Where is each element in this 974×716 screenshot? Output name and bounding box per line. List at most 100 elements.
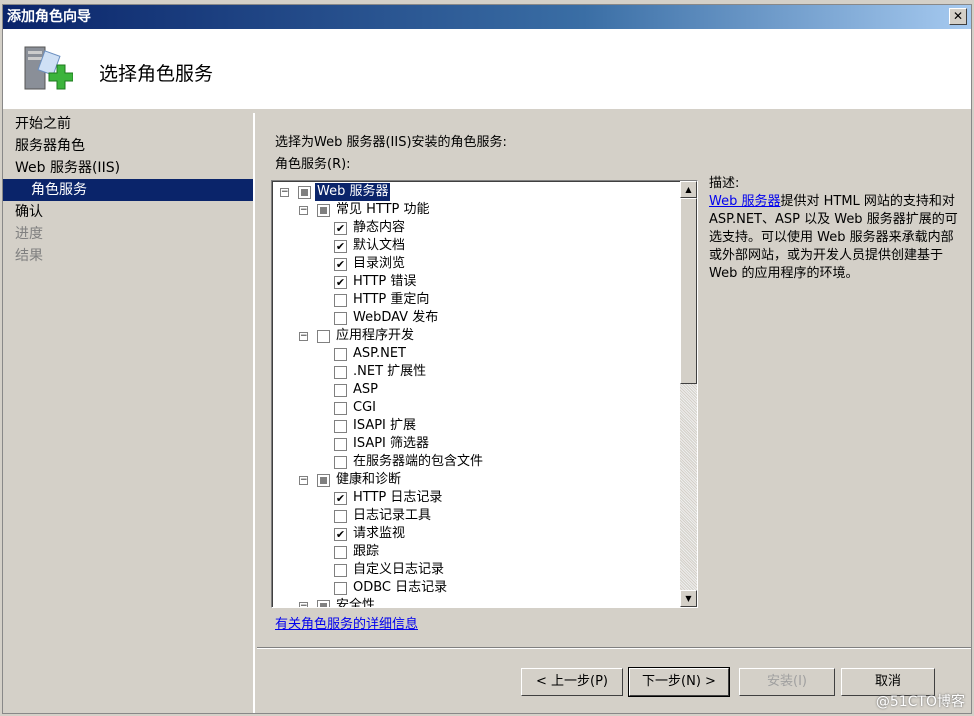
- tree-item[interactable]: CGI: [272, 399, 680, 417]
- tree-item-label: 自定义日志记录: [353, 562, 445, 577]
- checkbox[interactable]: [317, 204, 330, 217]
- scroll-thumb[interactable]: [680, 198, 697, 384]
- tree-item-label: Web 服务器: [315, 183, 391, 201]
- wizard-header: 选择角色服务: [3, 29, 971, 111]
- checkbox[interactable]: [334, 294, 347, 307]
- checkbox[interactable]: [317, 474, 330, 487]
- tree-item[interactable]: 在服务器端的包含文件: [272, 453, 680, 471]
- tree-item-label: 默认文档: [353, 238, 406, 253]
- checkbox[interactable]: [317, 330, 330, 343]
- checkbox[interactable]: [334, 420, 347, 433]
- tree-item[interactable]: 跟踪: [272, 543, 680, 561]
- checkbox[interactable]: ✔: [334, 276, 347, 289]
- prev-button[interactable]: < 上一步(P): [521, 668, 623, 696]
- tree-item-label: ODBC 日志记录: [353, 580, 448, 595]
- tree-item[interactable]: ✔ HTTP 错误: [272, 273, 680, 291]
- tree-item[interactable]: − 健康和诊断: [272, 471, 680, 489]
- tree-item[interactable]: .NET 扩展性: [272, 363, 680, 381]
- vertical-scrollbar[interactable]: ▲ ▼: [680, 181, 697, 607]
- server-add-icon: [24, 46, 73, 90]
- tree-item-label: ISAPI 筛选器: [353, 436, 430, 451]
- tree-item-label: 安全性: [336, 598, 376, 608]
- checkbox[interactable]: [334, 546, 347, 559]
- tree-item[interactable]: 自定义日志记录: [272, 561, 680, 579]
- tree-item[interactable]: ISAPI 扩展: [272, 417, 680, 435]
- tree-item[interactable]: ✔ 静态内容: [272, 219, 680, 237]
- wizard-nav: 开始之前 服务器角色 Web 服务器(IIS) 角色服务 确认 进度 结果: [3, 113, 255, 713]
- window-title: 添加角色向导: [7, 9, 91, 25]
- nav-item[interactable]: 进度: [3, 223, 253, 245]
- tree-item-label: 在服务器端的包含文件: [353, 454, 484, 469]
- nav-item[interactable]: 服务器角色: [3, 135, 253, 157]
- tree-item[interactable]: ✔ 默认文档: [272, 237, 680, 255]
- tree-item-label: ISAPI 扩展: [353, 418, 417, 433]
- more-info-link[interactable]: 有关角色服务的详细信息: [275, 613, 418, 632]
- tree-item-label: 跟踪: [353, 544, 380, 559]
- tree-item[interactable]: 日志记录工具: [272, 507, 680, 525]
- collapse-icon[interactable]: −: [299, 206, 308, 215]
- collapse-icon[interactable]: −: [280, 188, 289, 197]
- checkbox[interactable]: [317, 600, 330, 607]
- tree-item-label: 健康和诊断: [336, 472, 402, 487]
- checkbox[interactable]: [334, 510, 347, 523]
- page-title: 选择角色服务: [99, 63, 214, 85]
- checkbox[interactable]: [334, 366, 347, 379]
- tree-item[interactable]: ✔ 请求监视: [272, 525, 680, 543]
- collapse-icon[interactable]: −: [299, 602, 308, 607]
- tree-item[interactable]: − 应用程序开发: [272, 327, 680, 345]
- tree-item[interactable]: ISAPI 筛选器: [272, 435, 680, 453]
- nav-item[interactable]: 开始之前: [3, 113, 253, 135]
- scroll-up-button[interactable]: ▲: [680, 181, 697, 198]
- checkbox[interactable]: [334, 402, 347, 415]
- checkbox[interactable]: [334, 582, 347, 595]
- tree-item[interactable]: ASP.NET: [272, 345, 680, 363]
- role-services-tree[interactable]: − 安全性 ODBC 日志记录 自定义日志记录 跟踪 ✔ 请求监视 日志记录工具 ✔ HTTP 日…: [271, 180, 698, 608]
- description-panel: 描述: Web 服务器提供对 HTML 网站的支持和对 ASP.NET、ASP …: [709, 175, 959, 283]
- checkbox[interactable]: [334, 564, 347, 577]
- checkbox[interactable]: [334, 384, 347, 397]
- add-roles-wizard-window: 添加角色向导 ✕ 选择角色服务 开始之前 服务器角色 Web 服务器(IIS) 角色服…: [2, 4, 972, 714]
- tree-item-label: 静态内容: [353, 220, 406, 235]
- tree-item[interactable]: WebDAV 发布: [272, 309, 680, 327]
- checkbox[interactable]: [334, 348, 347, 361]
- checkbox[interactable]: [298, 186, 311, 199]
- tree-item[interactable]: ODBC 日志记录: [272, 579, 680, 597]
- web-server-link[interactable]: Web 服务器: [709, 194, 780, 209]
- main-panel: 选择为Web 服务器(IIS)安装的角色服务: 角色服务(R): − 安全性 ODB…: [257, 113, 971, 713]
- tree-item-label: .NET 扩展性: [353, 364, 427, 379]
- checkbox[interactable]: ✔: [334, 240, 347, 253]
- tree-item-label: 应用程序开发: [336, 328, 415, 343]
- checkbox[interactable]: [334, 312, 347, 325]
- description-label: 描述:: [709, 176, 740, 191]
- nav-item[interactable]: 角色服务: [3, 179, 253, 201]
- checkbox[interactable]: ✔: [334, 528, 347, 541]
- watermark: @51CTO博客: [875, 694, 965, 710]
- tree-item-label: 请求监视: [353, 526, 406, 541]
- next-button[interactable]: 下一步(N) >: [628, 667, 730, 697]
- tree-item-label: CGI: [353, 400, 376, 415]
- collapse-icon[interactable]: −: [299, 476, 308, 485]
- collapse-icon[interactable]: −: [299, 332, 308, 341]
- tree-item[interactable]: ✔ 目录浏览: [272, 255, 680, 273]
- checkbox[interactable]: ✔: [334, 222, 347, 235]
- scroll-down-button[interactable]: ▼: [680, 590, 697, 607]
- tree-item[interactable]: − 常见 HTTP 功能: [272, 201, 680, 219]
- checkbox[interactable]: ✔: [334, 492, 347, 505]
- nav-item[interactable]: 确认: [3, 201, 253, 223]
- checkbox[interactable]: [334, 456, 347, 469]
- tree-item-label: ASP.NET: [353, 346, 406, 361]
- checkbox[interactable]: ✔: [334, 258, 347, 271]
- tree-item-label: HTTP 日志记录: [353, 490, 443, 505]
- tree-item[interactable]: − Web 服务器: [272, 183, 680, 201]
- title-bar: 添加角色向导 ✕: [3, 5, 971, 29]
- tree-item[interactable]: ASP: [272, 381, 680, 399]
- close-button[interactable]: ✕: [949, 8, 967, 25]
- nav-item[interactable]: 结果: [3, 245, 253, 267]
- tree-item[interactable]: HTTP 重定向: [272, 291, 680, 309]
- nav-item[interactable]: Web 服务器(IIS): [3, 157, 253, 179]
- tree-item[interactable]: − 安全性: [272, 597, 680, 608]
- checkbox[interactable]: [334, 438, 347, 451]
- install-button[interactable]: 安装(I): [739, 668, 835, 696]
- tree-item-label: WebDAV 发布: [353, 310, 439, 325]
- tree-item[interactable]: ✔ HTTP 日志记录: [272, 489, 680, 507]
